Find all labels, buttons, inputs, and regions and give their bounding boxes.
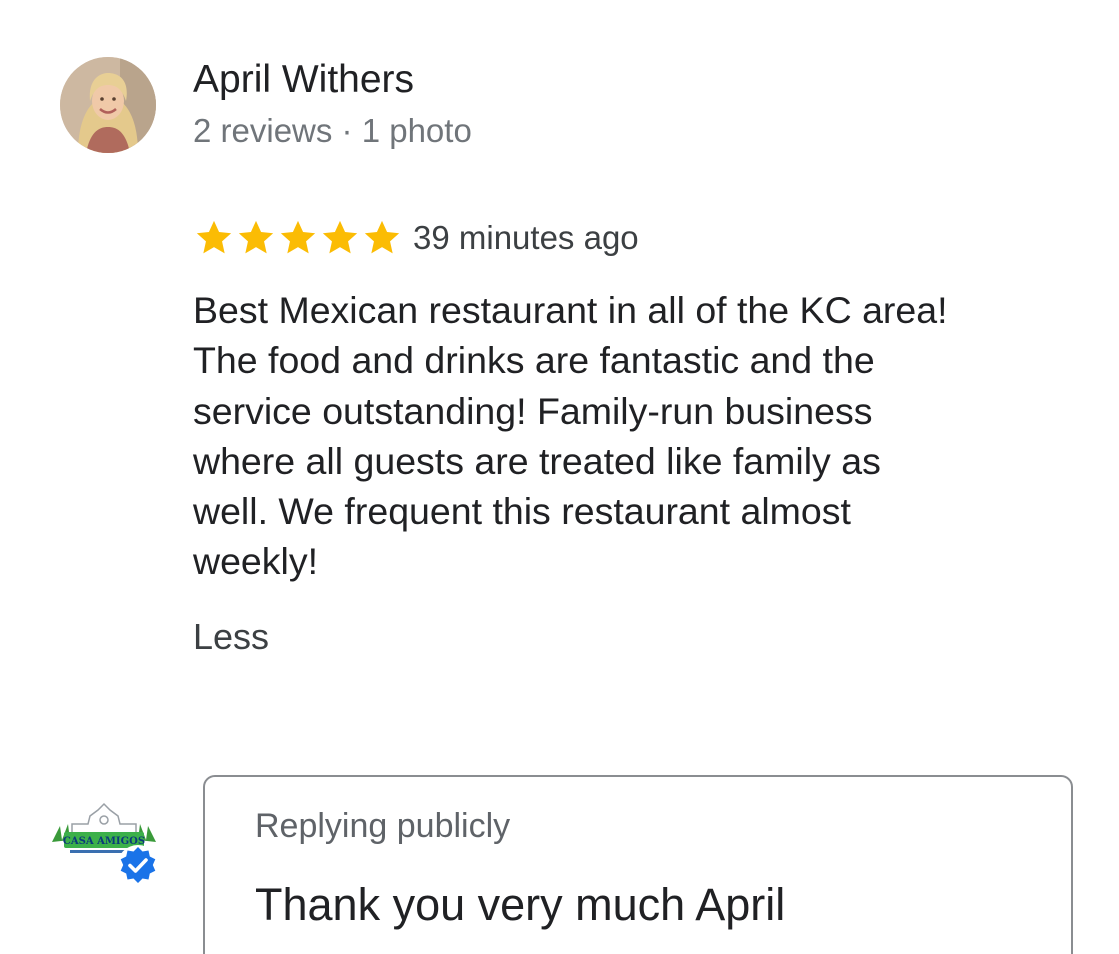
reply-field-label: Replying publicly	[255, 807, 511, 845]
star-rating	[193, 217, 403, 259]
star-icon	[319, 217, 361, 259]
star-icon	[277, 217, 319, 259]
review-timestamp: 39 minutes ago	[413, 219, 639, 256]
rating-row: 39 minutes ago	[193, 214, 639, 262]
reviewer-name[interactable]: April Withers	[193, 55, 414, 105]
reply-input[interactable]: Replying publicly Thank you very much Ap…	[203, 775, 1073, 954]
verified-badge-icon	[116, 844, 160, 888]
star-icon	[193, 217, 235, 259]
user-photo-avatar-icon	[60, 57, 156, 153]
reviewer-avatar[interactable]	[60, 57, 156, 153]
star-icon	[361, 217, 403, 259]
review-reply-screen: April Withers 2 reviews · 1 photo 39 min…	[0, 0, 1119, 954]
review-text: Best Mexican restaurant in all of the KC…	[193, 289, 948, 583]
reply-text-value[interactable]: Thank you very much April	[255, 877, 785, 933]
less-button[interactable]: Less	[193, 612, 269, 662]
reviewer-stats: 2 reviews · 1 photo	[193, 112, 472, 149]
star-icon	[235, 217, 277, 259]
